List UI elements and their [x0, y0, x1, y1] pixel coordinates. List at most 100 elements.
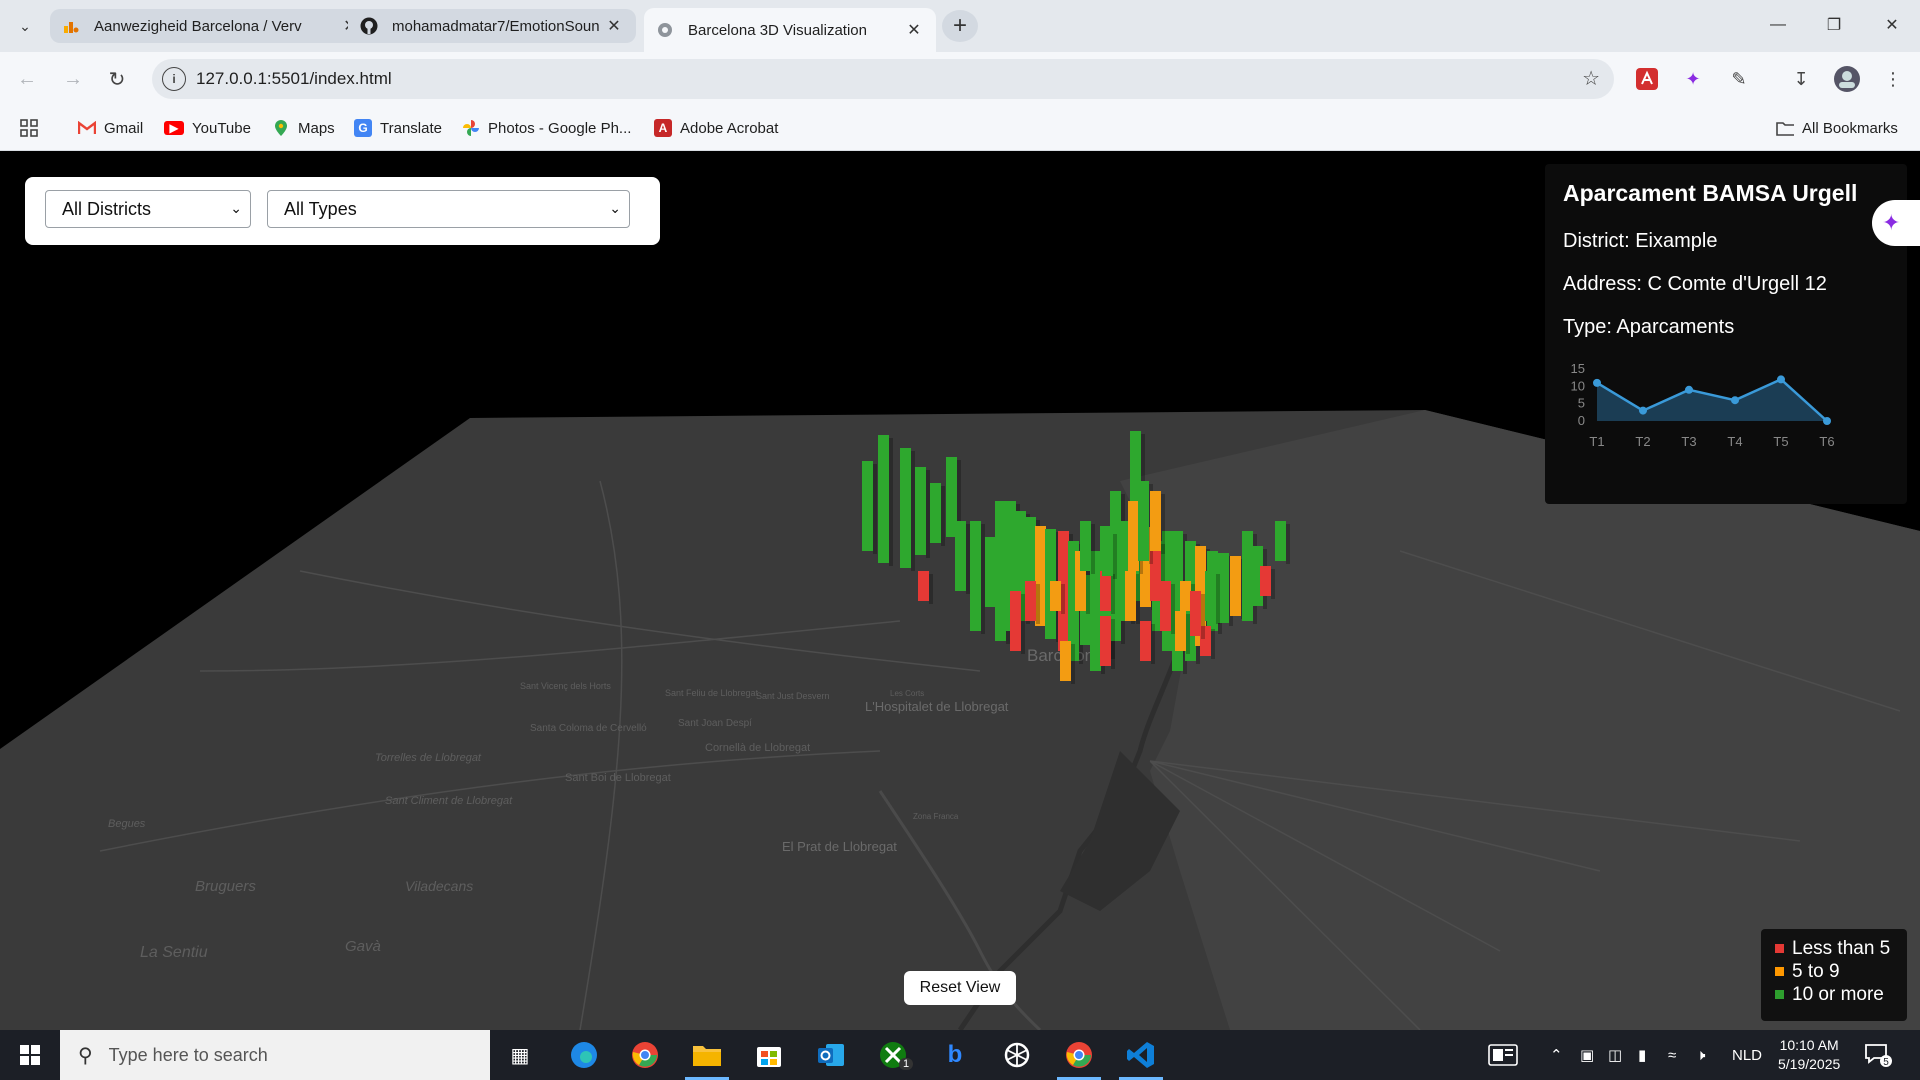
tab-github[interactable]: mohamadmatar7/EmotionSoun ✕ [348, 9, 636, 43]
location-bar[interactable] [970, 521, 981, 631]
type-select[interactable]: All Types ⌄ [267, 190, 630, 228]
camera-icon[interactable]: ▣ [1580, 1030, 1594, 1080]
windows-start-icon[interactable] [0, 1030, 60, 1080]
vscode-icon[interactable] [1113, 1030, 1169, 1080]
extensions-puzzle-icon[interactable]: ✎ [1724, 64, 1754, 94]
location-bar[interactable] [1125, 571, 1136, 621]
bookmark-photos[interactable]: Photos - Google Ph... [462, 116, 631, 140]
news-widget-icon[interactable] [1488, 1030, 1518, 1080]
menu-kebab-icon[interactable]: ⋮ [1878, 64, 1908, 94]
location-bar[interactable] [1242, 531, 1253, 621]
bookmark-star-icon[interactable]: ☆ [1582, 66, 1600, 91]
close-tab-icon[interactable]: ✕ [604, 16, 624, 36]
location-bar-shade [929, 574, 933, 604]
tray-chevron-icon[interactable]: ⌃ [1550, 1030, 1563, 1080]
bookmark-gmail[interactable]: Gmail [78, 116, 143, 140]
location-bar-shade [911, 451, 915, 571]
acrobat-extension-icon[interactable] [1632, 64, 1662, 94]
location-bar[interactable] [918, 571, 929, 601]
legend-label: 10 or more [1792, 983, 1884, 1005]
location-bar[interactable] [1010, 591, 1021, 651]
location-bar-shade [941, 486, 945, 546]
clock-date: 5/19/2025 [1778, 1056, 1841, 1072]
location-bar-shade [1091, 524, 1095, 574]
clock[interactable]: 10:10 AM 5/19/2025 [1778, 1030, 1840, 1080]
battery-icon[interactable]: ▮ [1638, 1030, 1646, 1080]
outlook-icon[interactable] [803, 1030, 859, 1080]
location-bar[interactable] [1080, 521, 1091, 571]
location-bar[interactable] [955, 521, 966, 591]
site-info-icon[interactable]: i [162, 67, 186, 91]
location-bar[interactable] [878, 435, 889, 563]
location-bar[interactable] [1205, 571, 1216, 621]
tab-search-chevron-icon[interactable]: ⌄ [10, 12, 40, 40]
chatgpt-icon[interactable] [989, 1030, 1045, 1080]
location-bar[interactable] [985, 537, 996, 607]
location-bar[interactable] [1230, 556, 1241, 616]
chart-point [1593, 378, 1601, 387]
apps-grid-icon[interactable] [20, 116, 38, 140]
y-tick-label: 10 [1571, 378, 1585, 393]
download-icon[interactable]: ↧ [1786, 64, 1816, 94]
tab-aanwezigheid[interactable]: Aanwezigheid Barcelona / Verv ✕ [50, 9, 372, 43]
location-bar[interactable] [1025, 581, 1036, 621]
location-bar[interactable] [1175, 611, 1186, 651]
bookmark-youtube[interactable]: ▶ YouTube [164, 116, 251, 140]
new-tab-button[interactable]: + [942, 10, 978, 42]
location-bar[interactable] [1128, 501, 1139, 571]
location-bar[interactable] [1050, 581, 1061, 611]
purple-extension-icon[interactable]: ✦ [1678, 64, 1708, 94]
taskbar-search[interactable]: ⚲ Type here to search [60, 1030, 490, 1080]
update-icon[interactable]: ◫ [1608, 1030, 1622, 1080]
tab-title: mohamadmatar7/EmotionSoun [392, 17, 600, 35]
ms-store-icon[interactable] [741, 1030, 797, 1080]
location-bar[interactable] [1160, 581, 1171, 631]
bookmark-adobe-acrobat[interactable]: A Adobe Acrobat [654, 116, 778, 140]
all-bookmarks[interactable]: All Bookmarks [1776, 116, 1898, 140]
volume-icon[interactable]: 🕨 [1696, 1030, 1705, 1080]
address-bar[interactable]: i 127.0.0.1:5501/index.html ☆ [152, 59, 1614, 99]
forward-icon[interactable]: → [58, 64, 88, 94]
close-window-icon[interactable]: ✕ [1872, 8, 1912, 42]
location-bar[interactable] [1060, 641, 1071, 681]
location-bar[interactable] [1138, 481, 1149, 561]
profile-avatar[interactable] [1832, 64, 1862, 94]
wifi-icon[interactable]: ≈ [1668, 1030, 1676, 1080]
edge-icon[interactable] [556, 1030, 612, 1080]
tab-barcelona-3d[interactable]: Barcelona 3D Visualization ✕ [644, 8, 936, 52]
bing-icon[interactable]: b [927, 1030, 983, 1080]
location-bar[interactable] [1100, 571, 1111, 611]
location-bar[interactable] [1275, 521, 1286, 561]
chevron-down-icon: ⌄ [609, 200, 621, 216]
bookmark-translate[interactable]: G Translate [354, 116, 442, 140]
location-bar[interactable] [915, 467, 926, 555]
reload-icon[interactable]: ↻ [102, 64, 132, 94]
bookmark-maps[interactable]: Maps [272, 116, 335, 140]
chart-point [1777, 375, 1785, 384]
location-bar[interactable] [1180, 581, 1191, 611]
location-bar[interactable] [1260, 566, 1271, 596]
location-bar[interactable] [900, 448, 911, 568]
notification-center-icon[interactable]: 5 [1864, 1030, 1892, 1080]
task-view-icon[interactable]: ▦ [492, 1030, 548, 1080]
location-bar[interactable] [1190, 591, 1201, 636]
chrome-active-icon[interactable] [1051, 1030, 1107, 1080]
location-bar[interactable] [1100, 616, 1111, 666]
xbox-icon[interactable]: 1 [865, 1030, 921, 1080]
file-explorer-icon[interactable] [679, 1030, 735, 1080]
location-bar[interactable] [930, 483, 941, 543]
location-bar[interactable] [862, 461, 873, 551]
location-bar[interactable] [1140, 621, 1151, 661]
minimize-icon[interactable]: — [1758, 8, 1798, 42]
side-extension-button[interactable]: ✦ [1872, 200, 1920, 246]
district-select[interactable]: All Districts ⌄ [45, 190, 251, 228]
reset-view-button[interactable]: Reset View [904, 971, 1016, 1005]
language-indicator[interactable]: NLD [1732, 1030, 1762, 1080]
location-bar[interactable] [1102, 531, 1113, 576]
restore-icon[interactable]: ❐ [1814, 8, 1854, 42]
chrome-icon[interactable] [617, 1030, 673, 1080]
location-bar[interactable] [995, 501, 1006, 641]
back-icon[interactable]: ← [12, 64, 42, 94]
close-tab-icon[interactable]: ✕ [904, 20, 924, 40]
location-bar[interactable] [1150, 491, 1161, 551]
